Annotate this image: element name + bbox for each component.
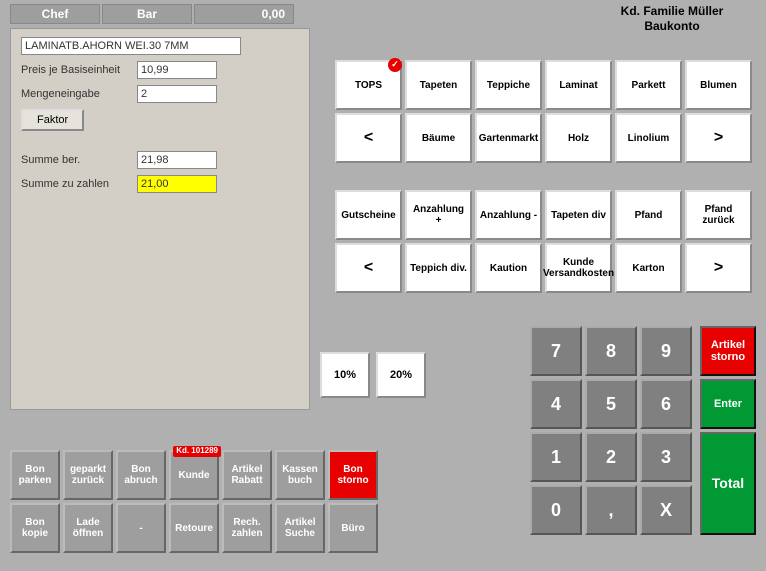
cat-blumen[interactable]: Blumen: [685, 60, 752, 110]
chevron-left-icon: <: [364, 129, 373, 147]
cat-prev-1[interactable]: <: [335, 113, 402, 163]
tab-chef[interactable]: Chef: [10, 4, 100, 24]
geparkt-zurueck-button[interactable]: geparkt zurück: [63, 450, 113, 500]
num-4[interactable]: 4: [530, 379, 582, 429]
discount-row: 10% 20%: [320, 352, 426, 398]
qty-input[interactable]: 2: [137, 85, 217, 103]
cat-prev-2[interactable]: <: [335, 243, 402, 293]
cat-teppiche[interactable]: Teppiche: [475, 60, 542, 110]
bon-storno-button[interactable]: Bon storno: [328, 450, 378, 500]
cat-kunde-versand[interactable]: Kunde Versandkosten: [545, 243, 612, 293]
cat-next-2[interactable]: >: [685, 243, 752, 293]
category-grid-1: TOPS ✓ Tapeten Teppiche Laminat Parkett …: [335, 60, 752, 163]
num-clear[interactable]: X: [640, 485, 692, 535]
rech-zahlen-button[interactable]: Rech. zahlen: [222, 503, 272, 553]
sum-pay-label: Summe zu zahlen: [21, 178, 131, 190]
category-grid-2: Gutscheine Anzahlung + Anzahlung - Tapet…: [335, 190, 752, 293]
kd-badge: Kd. 101289: [173, 446, 221, 457]
price-input[interactable]: 10,99: [137, 61, 217, 79]
total-button[interactable]: Total: [700, 432, 756, 535]
discount-20[interactable]: 20%: [376, 352, 426, 398]
num-comma[interactable]: ,: [585, 485, 637, 535]
customer-name: Kd. Familie Müller: [592, 4, 752, 19]
article-panel: LAMINATB.AHORN WEI.30 7MM Preis je Basis…: [10, 28, 310, 410]
lade-oeffnen-button[interactable]: Lade öffnen: [63, 503, 113, 553]
article-name-input[interactable]: LAMINATB.AHORN WEI.30 7MM: [21, 37, 241, 55]
factor-button[interactable]: Faktor: [21, 109, 84, 131]
cat-label: TOPS: [355, 80, 382, 91]
tab-total: 0,00: [194, 4, 294, 24]
num-7[interactable]: 7: [530, 326, 582, 376]
customer-header: Kd. Familie Müller Baukonto: [592, 4, 752, 34]
customer-account: Baukonto: [592, 19, 752, 34]
numpad: 7 8 9 4 5 6 1 2 3 0 , X: [530, 326, 692, 535]
action-column: Artikel storno Enter Total: [700, 326, 756, 535]
check-icon: ✓: [388, 58, 402, 72]
kunde-button[interactable]: Kunde Kd. 101289: [169, 450, 219, 500]
tab-bar[interactable]: Bar: [102, 4, 192, 24]
cat-linolium[interactable]: Linolium: [615, 113, 682, 163]
chevron-left-icon: <: [364, 259, 373, 277]
sum-calc-input: 21,98: [137, 151, 217, 169]
cat-next-1[interactable]: >: [685, 113, 752, 163]
cat-gartenmarkt[interactable]: Gartenmarkt: [475, 113, 542, 163]
num-2[interactable]: 2: [585, 432, 637, 482]
num-1[interactable]: 1: [530, 432, 582, 482]
cat-karton[interactable]: Karton: [615, 243, 682, 293]
num-5[interactable]: 5: [585, 379, 637, 429]
num-9[interactable]: 9: [640, 326, 692, 376]
buero-button[interactable]: Büro: [328, 503, 378, 553]
artikel-storno-button[interactable]: Artikel storno: [700, 326, 756, 376]
bon-kopie-button[interactable]: Bon kopie: [10, 503, 60, 553]
cat-tapeten[interactable]: Tapeten: [405, 60, 472, 110]
qty-label: Mengeneingabe: [21, 88, 131, 100]
function-grid: Bon parken geparkt zurück Bon abruch Kun…: [10, 450, 378, 553]
cat-tops[interactable]: TOPS ✓: [335, 60, 402, 110]
cat-pfand-zurueck[interactable]: Pfand zurück: [685, 190, 752, 240]
sum-pay-input[interactable]: 21,00: [137, 175, 217, 193]
num-0[interactable]: 0: [530, 485, 582, 535]
cat-gutscheine[interactable]: Gutscheine: [335, 190, 402, 240]
minus-button[interactable]: -: [116, 503, 166, 553]
cat-tapeten-div[interactable]: Tapeten div: [545, 190, 612, 240]
cat-anzahlung-minus[interactable]: Anzahlung -: [475, 190, 542, 240]
cat-holz[interactable]: Holz: [545, 113, 612, 163]
artikel-rabatt-button[interactable]: Artikel Rabatt: [222, 450, 272, 500]
cat-baeume[interactable]: Bäume: [405, 113, 472, 163]
num-3[interactable]: 3: [640, 432, 692, 482]
cat-parkett[interactable]: Parkett: [615, 60, 682, 110]
bon-parken-button[interactable]: Bon parken: [10, 450, 60, 500]
artikel-suche-button[interactable]: Artikel Suche: [275, 503, 325, 553]
num-6[interactable]: 6: [640, 379, 692, 429]
cat-kaution[interactable]: Kaution: [475, 243, 542, 293]
discount-10[interactable]: 10%: [320, 352, 370, 398]
retoure-button[interactable]: Retoure: [169, 503, 219, 553]
enter-button[interactable]: Enter: [700, 379, 756, 429]
chevron-right-icon: >: [714, 259, 723, 277]
price-label: Preis je Basiseinheit: [21, 64, 131, 76]
cat-pfand[interactable]: Pfand: [615, 190, 682, 240]
chevron-right-icon: >: [714, 129, 723, 147]
sum-calc-label: Summe ber.: [21, 154, 131, 166]
kassenbuch-button[interactable]: Kassen buch: [275, 450, 325, 500]
kunde-label: Kunde: [178, 470, 209, 481]
bon-abruch-button[interactable]: Bon abruch: [116, 450, 166, 500]
cat-teppich-div[interactable]: Teppich div.: [405, 243, 472, 293]
cat-anzahlung-plus[interactable]: Anzahlung +: [405, 190, 472, 240]
cat-laminat[interactable]: Laminat: [545, 60, 612, 110]
num-8[interactable]: 8: [585, 326, 637, 376]
